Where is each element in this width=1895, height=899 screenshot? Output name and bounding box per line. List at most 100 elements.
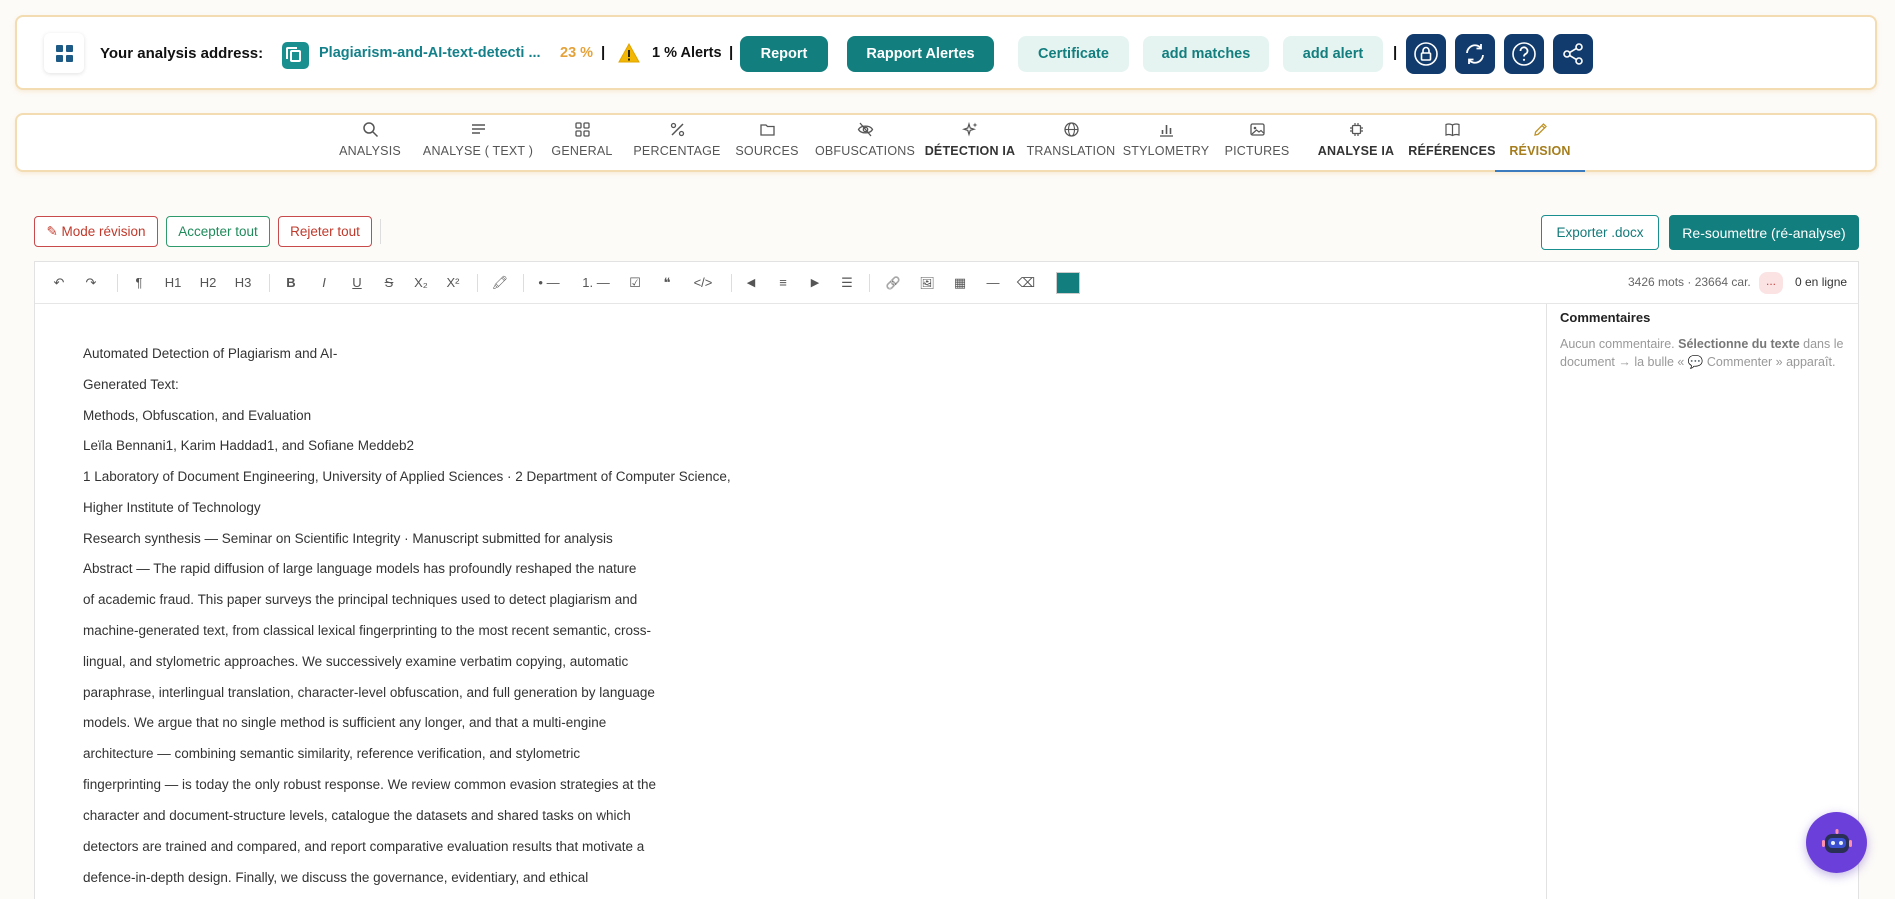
strikethrough-button[interactable]: S (379, 273, 399, 293)
revision-editor: ↶ ↷ ¶ H1 H2 H3 B I U S X₂ X² 🖍 • — 1. — … (34, 261, 1859, 899)
mode-revision-button[interactable]: ✎ Mode révision (34, 216, 158, 247)
reject-all-button[interactable]: Rejeter tout (278, 216, 372, 247)
rapport-alertes-button[interactable]: Rapport Alertes (847, 36, 994, 72)
accept-all-button[interactable]: Accepter tout (166, 216, 270, 247)
help-button[interactable] (1504, 34, 1544, 74)
align-left-icon[interactable]: ◀ (741, 273, 761, 293)
refresh-button[interactable] (1455, 34, 1495, 74)
presence-indicator[interactable]: ... (1759, 272, 1783, 294)
undo-icon[interactable]: ↶ (49, 273, 69, 293)
toolbar-divider (117, 274, 118, 292)
heading-1-button[interactable]: H1 (161, 273, 185, 293)
tab-stylometry[interactable]: STYLOMETRY (1117, 115, 1215, 172)
tab-label: SOURCES (735, 144, 799, 158)
underline-button[interactable]: U (347, 273, 367, 293)
tab-analysis[interactable]: ANALYSIS (326, 115, 414, 172)
tab-label: PERCENTAGE (633, 144, 721, 158)
doc-line[interactable]: architecture — combining semantic simila… (83, 746, 580, 761)
doc-line[interactable]: Higher Institute of Technology (83, 500, 261, 515)
share-button[interactable] (1553, 34, 1593, 74)
tab-analyse-text[interactable]: ANALYSE ( TEXT ) (407, 115, 549, 172)
doc-line[interactable]: Generated Text: (83, 377, 179, 392)
tab-percentage[interactable]: PERCENTAGE (623, 115, 731, 172)
subscript-button[interactable]: X₂ (409, 273, 433, 293)
heading-2-button[interactable]: H2 (196, 273, 220, 293)
doc-line[interactable]: models. We argue that no single method i… (83, 715, 606, 730)
globe-icon (1063, 122, 1079, 137)
tab-pictures[interactable]: PICTURES (1214, 115, 1300, 172)
pencil-icon (1533, 123, 1547, 136)
report-button[interactable]: Report (740, 36, 828, 72)
tab-detection-ia[interactable]: DÉTECTION IA (917, 115, 1023, 172)
resubmit-button[interactable]: Re-soumettre (ré-analyse) (1669, 215, 1859, 250)
editor-toolbar: ↶ ↷ ¶ H1 H2 H3 B I U S X₂ X² 🖍 • — 1. — … (35, 262, 1858, 304)
analysis-header: Your analysis address: Plagiarism-and-AI… (15, 15, 1877, 90)
doc-line[interactable]: fingerprinting — is today the only robus… (83, 777, 656, 792)
tab-label: RÉVISION (1509, 144, 1571, 158)
bar-chart-icon (1159, 125, 1173, 137)
tab-obfuscations[interactable]: OBFUSCATIONS (810, 115, 920, 172)
bullet-list-button[interactable]: • — (534, 273, 564, 293)
image-icon[interactable]: 🖼 (916, 273, 938, 293)
align-right-icon[interactable]: ▶ (805, 273, 825, 293)
export-docx-button[interactable]: Exporter .docx (1541, 215, 1659, 250)
tab-label: PICTURES (1224, 144, 1290, 158)
copy-address-button[interactable] (282, 42, 309, 69)
bold-button[interactable]: B (281, 273, 301, 293)
doc-line[interactable]: Leïla Bennani1, Karim Haddad1, and Sofia… (83, 438, 414, 453)
ordered-list-button[interactable]: 1. — (579, 273, 613, 293)
doc-line[interactable]: lingual, and stylometric approaches. We … (83, 654, 628, 669)
text-color-swatch[interactable] (1056, 272, 1080, 294)
lock-button[interactable] (1406, 34, 1446, 74)
doc-line[interactable]: of academic fraud. This paper surveys th… (83, 592, 637, 607)
tab-references[interactable]: RÉFÉRENCES (1404, 115, 1500, 172)
superscript-button[interactable]: X² (441, 273, 465, 293)
doc-line[interactable]: Abstract — The rapid diffusion of large … (83, 561, 636, 576)
code-icon[interactable]: </> (689, 273, 717, 293)
tab-general[interactable]: GENERAL (538, 115, 626, 172)
tab-label: DÉTECTION IA (924, 144, 1016, 158)
paragraph-icon[interactable]: ¶ (129, 273, 149, 293)
analysis-address-link[interactable]: Plagiarism-and-AI-text-detecti ... (319, 45, 541, 61)
add-alert-button[interactable]: add alert (1283, 36, 1383, 72)
doc-line[interactable]: character and document-structure levels,… (83, 808, 631, 823)
tab-label: OBFUSCATIONS (814, 144, 916, 158)
tab-sources[interactable]: SOURCES (723, 115, 811, 172)
tab-analyse-ia[interactable]: ANALYSE IA (1310, 115, 1402, 172)
tab-label: ANALYSE ( TEXT ) (422, 144, 534, 158)
doc-line[interactable]: detectors are trained and compared, and … (83, 839, 644, 854)
separator: | (729, 44, 734, 61)
horizontal-rule-icon[interactable]: — (982, 273, 1004, 293)
certificate-button[interactable]: Certificate (1018, 36, 1129, 72)
add-matches-button[interactable]: add matches (1143, 36, 1269, 72)
doc-line[interactable]: Methods, Obfuscation, and Evaluation (83, 408, 311, 423)
clear-format-icon[interactable]: ⌫ (1015, 273, 1037, 293)
apps-grid-button[interactable] (44, 33, 84, 73)
italic-button[interactable]: I (314, 273, 334, 293)
link-icon[interactable]: 🔗 (882, 273, 904, 293)
checklist-icon[interactable]: ☑ (625, 273, 645, 293)
tab-revision[interactable]: RÉVISION (1495, 115, 1585, 172)
tab-translation[interactable]: TRANSLATION (1022, 115, 1120, 172)
align-justify-icon[interactable]: ☰ (837, 273, 857, 293)
comments-empty-text: Aucun commentaire. Sélectionne du texte … (1560, 337, 1844, 369)
table-icon[interactable]: ▦ (949, 273, 971, 293)
highlighter-icon[interactable]: 🖍 (489, 273, 511, 293)
address-label: Your analysis address: (100, 45, 264, 62)
assistant-chat-button[interactable] (1806, 812, 1867, 873)
quote-icon[interactable]: ❝ (657, 273, 677, 293)
align-center-icon[interactable]: ≡ (773, 273, 793, 293)
analysis-tabs: ANALYSIS ANALYSE ( TEXT ) GENERAL PERCEN… (15, 113, 1877, 172)
redo-icon[interactable]: ↷ (81, 273, 101, 293)
doc-line[interactable]: 1 Laboratory of Document Engineering, Un… (83, 469, 731, 484)
doc-line[interactable]: Research synthesis — Seminar on Scientif… (83, 531, 613, 546)
doc-line[interactable]: paraphrase, interlingual translation, ch… (83, 685, 655, 700)
toolbar-divider (523, 274, 524, 292)
doc-line[interactable]: machine-generated text, from classical l… (83, 623, 651, 638)
doc-line[interactable]: defence-in-depth design. Finally, we dis… (83, 870, 588, 885)
heading-3-button[interactable]: H3 (231, 273, 255, 293)
doc-line[interactable]: Automated Detection of Plagiarism and AI… (83, 346, 337, 361)
document-body[interactable]: Automated Detection of Plagiarism and AI… (35, 304, 1547, 899)
image-icon (1249, 123, 1265, 136)
tab-label: RÉFÉRENCES (1408, 144, 1496, 158)
